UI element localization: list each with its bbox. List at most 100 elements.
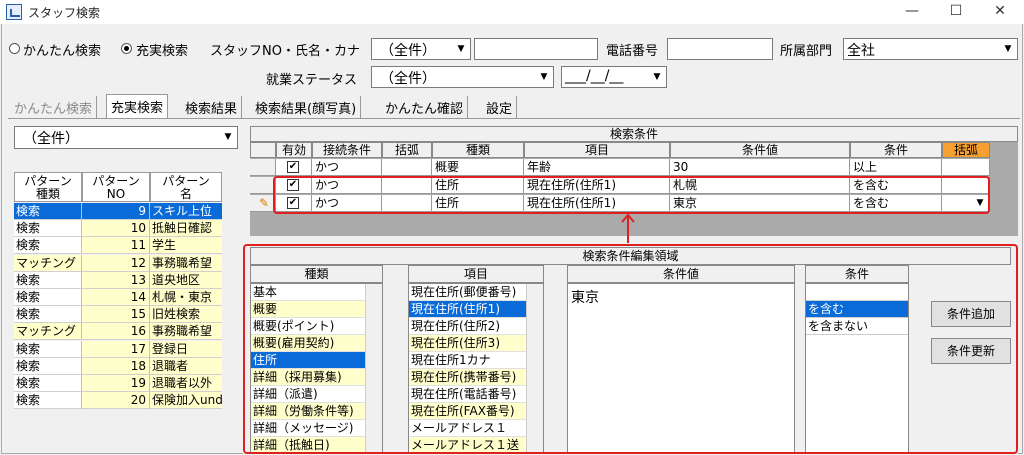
table-row[interactable]: 検索 15 旧姓検索 xyxy=(14,306,222,324)
pattern-name-cell: 保険加入under xyxy=(150,392,222,410)
title-bar: スタッフ検索 — ☐ ✕ xyxy=(0,0,1024,24)
pattern-type-cell: 検索 xyxy=(14,220,82,238)
table-row[interactable]: 検索 19 退職者以外 xyxy=(14,375,222,392)
pattern-type-cell: 検索 xyxy=(14,203,82,220)
window-title: スタッフ検索 xyxy=(28,6,101,20)
chevron-down-icon[interactable]: ▼ xyxy=(220,128,236,146)
pattern-no-cell: 12 xyxy=(82,254,150,272)
pattern-name-cell: スキル上位 xyxy=(150,203,222,220)
active-checkbox[interactable]: ✔ xyxy=(287,161,299,173)
pattern-type-cell: 検索 xyxy=(14,237,82,255)
dept-select-value: 全社 xyxy=(847,43,875,59)
pattern-type-cell: 検索 xyxy=(14,271,82,289)
pattern-no-cell: 14 xyxy=(82,289,150,306)
table-row[interactable]: マッチング 16 事務職希望 xyxy=(14,323,222,341)
table-row[interactable]: 検索 17 登録日 xyxy=(14,340,222,358)
tab-divider xyxy=(8,118,1020,119)
condition-paren1-cell[interactable] xyxy=(382,159,432,176)
pattern-type-cell: 検索 xyxy=(14,392,82,410)
simple-search-label[interactable]: かんたん検索 xyxy=(23,40,101,59)
condition-active-cell[interactable]: ✔ xyxy=(276,159,312,176)
tab-settings[interactable]: 設定 xyxy=(482,96,518,118)
pattern-name-cell: 道央地区 xyxy=(150,271,222,289)
date-picker[interactable]: ___/__/__ ▼ xyxy=(561,66,667,88)
tab-search-results[interactable]: 検索結果 xyxy=(181,96,243,118)
tab-simple-search[interactable]: かんたん検索 xyxy=(10,96,98,118)
table-row[interactable]: 検索 10 抵触日確認 xyxy=(14,220,222,238)
phone-label: 電話番号 xyxy=(606,44,659,59)
date-picker-value: ___/__/__ xyxy=(565,68,624,84)
pattern-filter-value: （全件） xyxy=(23,131,79,147)
tab-search-results-photo[interactable]: 検索結果(顔写真) xyxy=(251,96,362,118)
paren-close-header: 括弧 xyxy=(942,142,990,158)
pattern-no-header: パターン NO xyxy=(82,172,150,202)
staff-search-input[interactable] xyxy=(474,38,598,60)
table-row[interactable]: 検索 18 退職者 xyxy=(14,357,222,375)
pattern-no-cell: 20 xyxy=(82,392,150,410)
pattern-type-cell: 検索 xyxy=(14,306,82,324)
condition-item-cell[interactable]: 年齢 xyxy=(524,159,670,176)
condition-paren2-cell[interactable] xyxy=(942,159,990,176)
pattern-no-cell: 13 xyxy=(82,271,150,289)
item-header: 項目 xyxy=(524,142,670,158)
table-row[interactable]: 検索20保険加入under xyxy=(14,392,222,410)
value-header: 条件値 xyxy=(670,142,850,158)
table-row[interactable]: 検索 11 学生 xyxy=(14,237,222,255)
pattern-no-cell: 19 xyxy=(82,375,150,392)
pattern-no-cell: 15 xyxy=(82,306,150,324)
dept-select[interactable]: 全社 ▼ xyxy=(843,38,1018,60)
radio-simple-search[interactable] xyxy=(9,43,20,54)
paren-open-header: 括弧 xyxy=(382,142,432,158)
condition-value-cell[interactable]: 30 xyxy=(670,159,850,176)
conjunction-header: 接続条件 xyxy=(312,142,382,158)
condition-cond-cell[interactable]: 以上 xyxy=(850,159,942,176)
pattern-type-header: パターン 種類 xyxy=(14,172,82,202)
table-row[interactable]: 検索 13 道央地区 xyxy=(14,271,222,289)
chevron-down-icon[interactable]: ▼ xyxy=(1000,40,1016,58)
table-row[interactable]: 検索 14 札幌・東京 xyxy=(14,289,222,306)
staff-field-select[interactable]: （全件） ▼ xyxy=(371,38,471,60)
pattern-name-cell: 登録日 xyxy=(150,340,222,358)
pattern-name-cell: 学生 xyxy=(150,237,222,255)
pattern-no-cell: 9 xyxy=(82,203,150,220)
pattern-type-cell: 検索 xyxy=(14,357,82,375)
radio-full-search[interactable] xyxy=(121,43,132,54)
close-icon[interactable]: ✕ xyxy=(978,0,1022,24)
condition-conj-cell[interactable]: かつ xyxy=(312,159,382,176)
pattern-name-header: パターン 名 xyxy=(150,172,222,202)
pattern-no-cell: 16 xyxy=(82,323,150,341)
maximize-icon[interactable]: ☐ xyxy=(934,0,978,24)
pattern-name-cell: 事務職希望 xyxy=(150,254,222,272)
chevron-down-icon[interactable]: ▼ xyxy=(536,68,552,86)
staff-field-select-value: （全件） xyxy=(380,43,436,59)
table-row[interactable]: 検索 9 スキル上位 xyxy=(14,203,222,220)
pattern-no-cell: 18 xyxy=(82,357,150,375)
tab-simple-confirm[interactable]: かんたん確認 xyxy=(381,96,469,118)
employment-status-select[interactable]: （全件） ▼ xyxy=(371,66,554,88)
pattern-type-cell: マッチング xyxy=(14,323,82,341)
pattern-type-cell: 検索 xyxy=(14,289,82,306)
highlight-edit-area xyxy=(243,244,1018,454)
row-indicator[interactable] xyxy=(250,159,276,176)
table-row[interactable]: マッチング 12 事務職希望 xyxy=(14,254,222,272)
staff-search-label: スタッフNO・氏名・カナ xyxy=(210,44,360,59)
tab-full-search[interactable]: 充実検索 xyxy=(106,94,169,119)
pattern-name-cell: 退職者以外 xyxy=(150,375,222,392)
highlight-rows xyxy=(273,176,990,214)
pattern-type-cell: 検索 xyxy=(14,340,82,358)
pattern-type-cell: 検索 xyxy=(14,375,82,392)
condition-kind-cell[interactable]: 概要 xyxy=(432,159,524,176)
minimize-icon[interactable]: — xyxy=(890,0,934,24)
pattern-filter-select[interactable]: （全件） ▼ xyxy=(14,126,238,149)
pattern-no-cell: 10 xyxy=(82,220,150,238)
pattern-name-cell: 退職者 xyxy=(150,357,222,375)
chevron-down-icon[interactable]: ▼ xyxy=(649,68,665,86)
phone-input[interactable] xyxy=(667,38,773,60)
pattern-no-cell: 11 xyxy=(82,237,150,255)
pattern-name-cell: 札幌・東京 xyxy=(150,289,222,306)
up-arrow-icon xyxy=(621,213,635,243)
chevron-down-icon[interactable]: ▼ xyxy=(453,40,469,58)
dept-label: 所属部門 xyxy=(780,44,833,59)
full-search-label[interactable]: 充実検索 xyxy=(136,40,188,59)
app-icon xyxy=(6,4,22,20)
